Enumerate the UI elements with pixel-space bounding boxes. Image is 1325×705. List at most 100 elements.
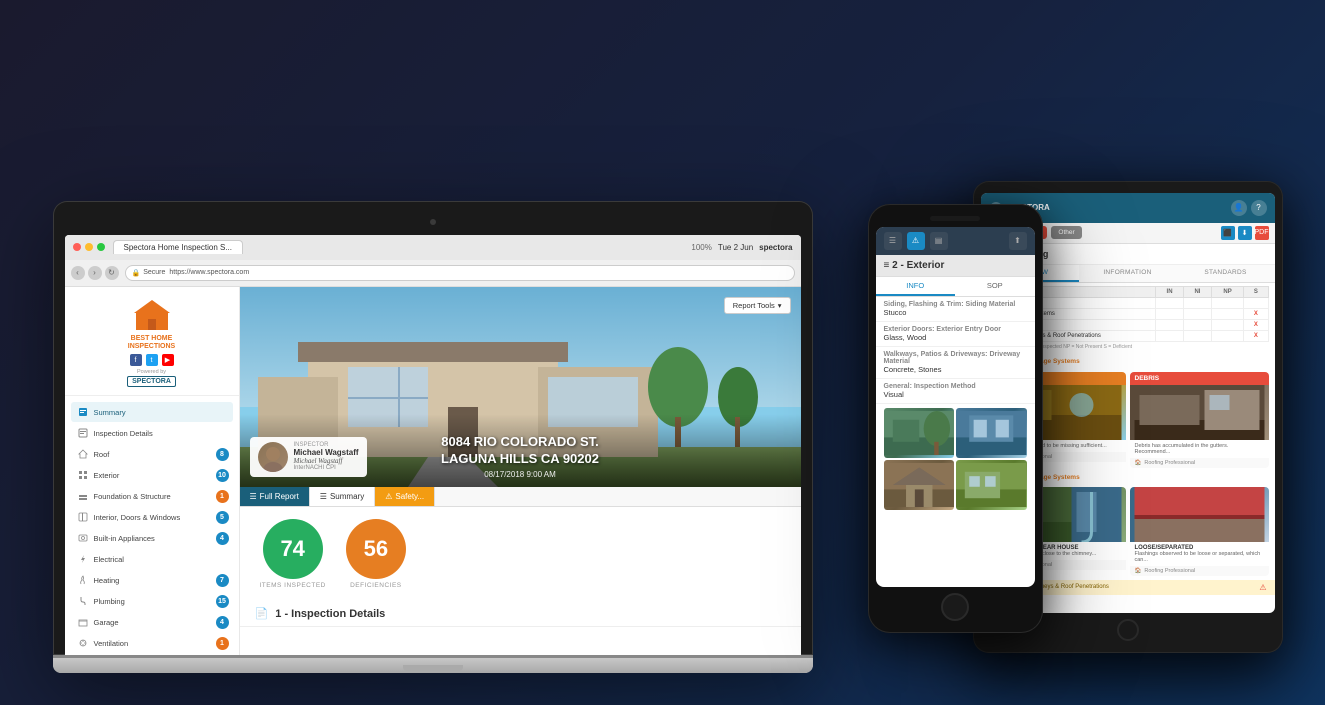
maximize-btn[interactable] — [97, 243, 105, 251]
phone-tabs: INFO SOP — [876, 277, 1035, 297]
roof-label: Roof — [94, 450, 110, 459]
filter-other-btn[interactable]: Other — [1051, 226, 1081, 239]
phone-section-title: 2 - Exterior — [892, 260, 944, 271]
heating-label: Heating — [94, 576, 120, 585]
tablet-header-icons: 👤 ? — [1231, 200, 1267, 216]
safety-label: Safety... — [395, 492, 424, 501]
phone-field-value-1: Glass, Wood — [884, 333, 1027, 342]
sidebar-item-inspection-details[interactable]: Inspection Details — [71, 423, 233, 443]
report-tools-chevron: ▾ — [778, 301, 782, 310]
phone-tab-info[interactable]: INFO — [876, 277, 956, 296]
tab-summary[interactable]: ☰ Summary — [310, 487, 375, 506]
full-report-label: Full Report — [260, 492, 299, 501]
table-cell-np-drainage — [1211, 308, 1243, 319]
youtube-icon[interactable]: ▶ — [162, 354, 174, 366]
facebook-icon[interactable]: f — [130, 354, 142, 366]
minimize-btn[interactable] — [85, 243, 93, 251]
tablet-home-button[interactable] — [1117, 619, 1139, 641]
browser-chrome: Spectora Home Inspection S... 100% Tue 2… — [65, 235, 801, 287]
ventilation-label: Ventilation — [94, 639, 129, 648]
tablet-help-icon[interactable]: ? — [1251, 200, 1267, 216]
phone-tab-icon-1[interactable]: ☰ — [884, 232, 902, 250]
table-cell-s-skylights: X — [1244, 330, 1268, 341]
card-image-flashing — [1130, 487, 1269, 542]
inspector-avatar — [258, 442, 288, 472]
browser-url-bar[interactable]: 🔒 Secure https://www.spectora.com — [125, 265, 795, 281]
sidebar-item-foundation[interactable]: Foundation & Structure 1 — [71, 486, 233, 506]
app-content: BEST HOME INSPECTIONS f t ▶ Powered by S… — [65, 287, 801, 655]
phone-images-grid — [876, 404, 1035, 514]
table-cell-in-skylights — [1156, 330, 1184, 341]
phone-field-1: Exterior Doors: Exterior Entry Door Glas… — [876, 322, 1035, 347]
company-name: BEST HOME INSPECTIONS — [128, 335, 175, 352]
tablet-screenshot-btn[interactable]: ⬛ — [1221, 226, 1235, 240]
sidebar-item-interior[interactable]: Interior, Doors & Windows 5 — [71, 507, 233, 527]
tablet-pdf-btn[interactable]: PDF — [1255, 226, 1269, 240]
inspector-cert: InterNACHI CPI — [294, 465, 359, 471]
foundation-icon — [77, 490, 89, 502]
twitter-icon[interactable]: t — [146, 354, 158, 366]
garage-icon — [77, 616, 89, 628]
items-inspected-label: ITEMS INSPECTED — [260, 582, 326, 589]
refresh-btn[interactable]: ↻ — [105, 266, 119, 280]
inspector-badge: INSPECTOR Michael Wagstaff Michael Wagst… — [250, 437, 367, 477]
table-cell-in-flashings — [1156, 319, 1184, 330]
phone-home-button[interactable] — [941, 593, 969, 621]
plumbing-icon — [77, 595, 89, 607]
main-scene: Spectora Home Inspection S... 100% Tue 2… — [23, 13, 1303, 693]
social-icons: f t ▶ — [130, 354, 174, 366]
browser-menu-bar: ‹ › ↻ 🔒 Secure https://www.spectora.com — [65, 260, 801, 286]
back-btn[interactable]: ‹ — [71, 266, 85, 280]
deficiencies-score: 56 DEFICIENCIES — [346, 519, 406, 589]
phone-share-icon[interactable]: ⬆ — [1009, 232, 1027, 250]
phone-field-label-2: Walkways, Patios & Driveways: Driveway M… — [884, 351, 1027, 365]
browser-tab[interactable]: Spectora Home Inspection S... — [113, 240, 244, 254]
phone-field-2: Walkways, Patios & Driveways: Driveway M… — [876, 347, 1035, 379]
sidebar-item-ventilation[interactable]: Ventilation 1 — [71, 633, 233, 653]
tablet-user-icon[interactable]: 👤 — [1231, 200, 1247, 216]
tablet-download-btn[interactable]: ⬇ — [1238, 226, 1252, 240]
phone-field-label-1: Exterior Doors: Exterior Entry Door — [884, 326, 1027, 333]
phone-tab-sop[interactable]: SOP — [955, 277, 1035, 296]
phone-section-icon: ≡ — [884, 260, 893, 271]
sidebar-item-appliances[interactable]: Built-in Appliances 4 — [71, 528, 233, 548]
flashing-footer-text: Roofing Professional — [1144, 568, 1195, 574]
interior-label: Interior, Doors & Windows — [94, 513, 181, 522]
tab-standards[interactable]: STANDARDS — [1177, 265, 1275, 282]
appliances-badge: 4 — [216, 532, 229, 545]
sidebar-item-summary[interactable]: Summary — [71, 402, 233, 422]
tab-safety[interactable]: ⚠ Safety... — [375, 487, 435, 506]
tab-full-report[interactable]: ☰ Full Report — [240, 487, 310, 506]
sidebar-item-garage[interactable]: Garage 4 — [71, 612, 233, 632]
tab-information[interactable]: INFORMATION — [1079, 265, 1177, 282]
table-cell-s-coverings — [1244, 297, 1268, 308]
forward-btn[interactable]: › — [88, 266, 102, 280]
phone-image-1 — [884, 408, 955, 458]
foundation-badge: 1 — [216, 490, 229, 503]
laptop-screen: Spectora Home Inspection S... 100% Tue 2… — [65, 235, 801, 655]
heating-badge: 7 — [216, 574, 229, 587]
roof-icon — [77, 448, 89, 460]
phone-image-4 — [956, 460, 1027, 510]
phone-tab-icon-3[interactable]: ▤ — [930, 232, 948, 250]
sidebar-item-exterior[interactable]: Exterior 10 — [71, 465, 233, 485]
full-report-icon: ☰ — [250, 492, 257, 501]
summary-tab-label: Summary — [330, 492, 364, 501]
url-text: https://www.spectora.com — [169, 269, 249, 276]
summary-label: Summary — [94, 408, 126, 417]
report-tools-button[interactable]: Report Tools ▾ — [724, 297, 791, 314]
phone-speaker — [930, 216, 980, 221]
sidebar-item-plumbing[interactable]: Plumbing 15 — [71, 591, 233, 611]
company-logo-icon — [132, 297, 172, 332]
close-btn[interactable] — [73, 243, 81, 251]
sidebar-item-roof[interactable]: Roof 8 — [71, 444, 233, 464]
phone-field-value-0: Stucco — [884, 308, 1027, 317]
sidebar-item-electrical[interactable]: Electrical — [71, 549, 233, 569]
exterior-label: Exterior — [94, 471, 120, 480]
laptop-camera — [430, 219, 436, 225]
interior-icon — [77, 511, 89, 523]
items-count-circle: 74 — [263, 519, 323, 579]
card-footer-text-2: Roofing Professional — [1144, 460, 1195, 466]
sidebar-item-heating[interactable]: Heating 7 — [71, 570, 233, 590]
phone-tab-icon-2[interactable]: ⚠ — [907, 232, 925, 250]
